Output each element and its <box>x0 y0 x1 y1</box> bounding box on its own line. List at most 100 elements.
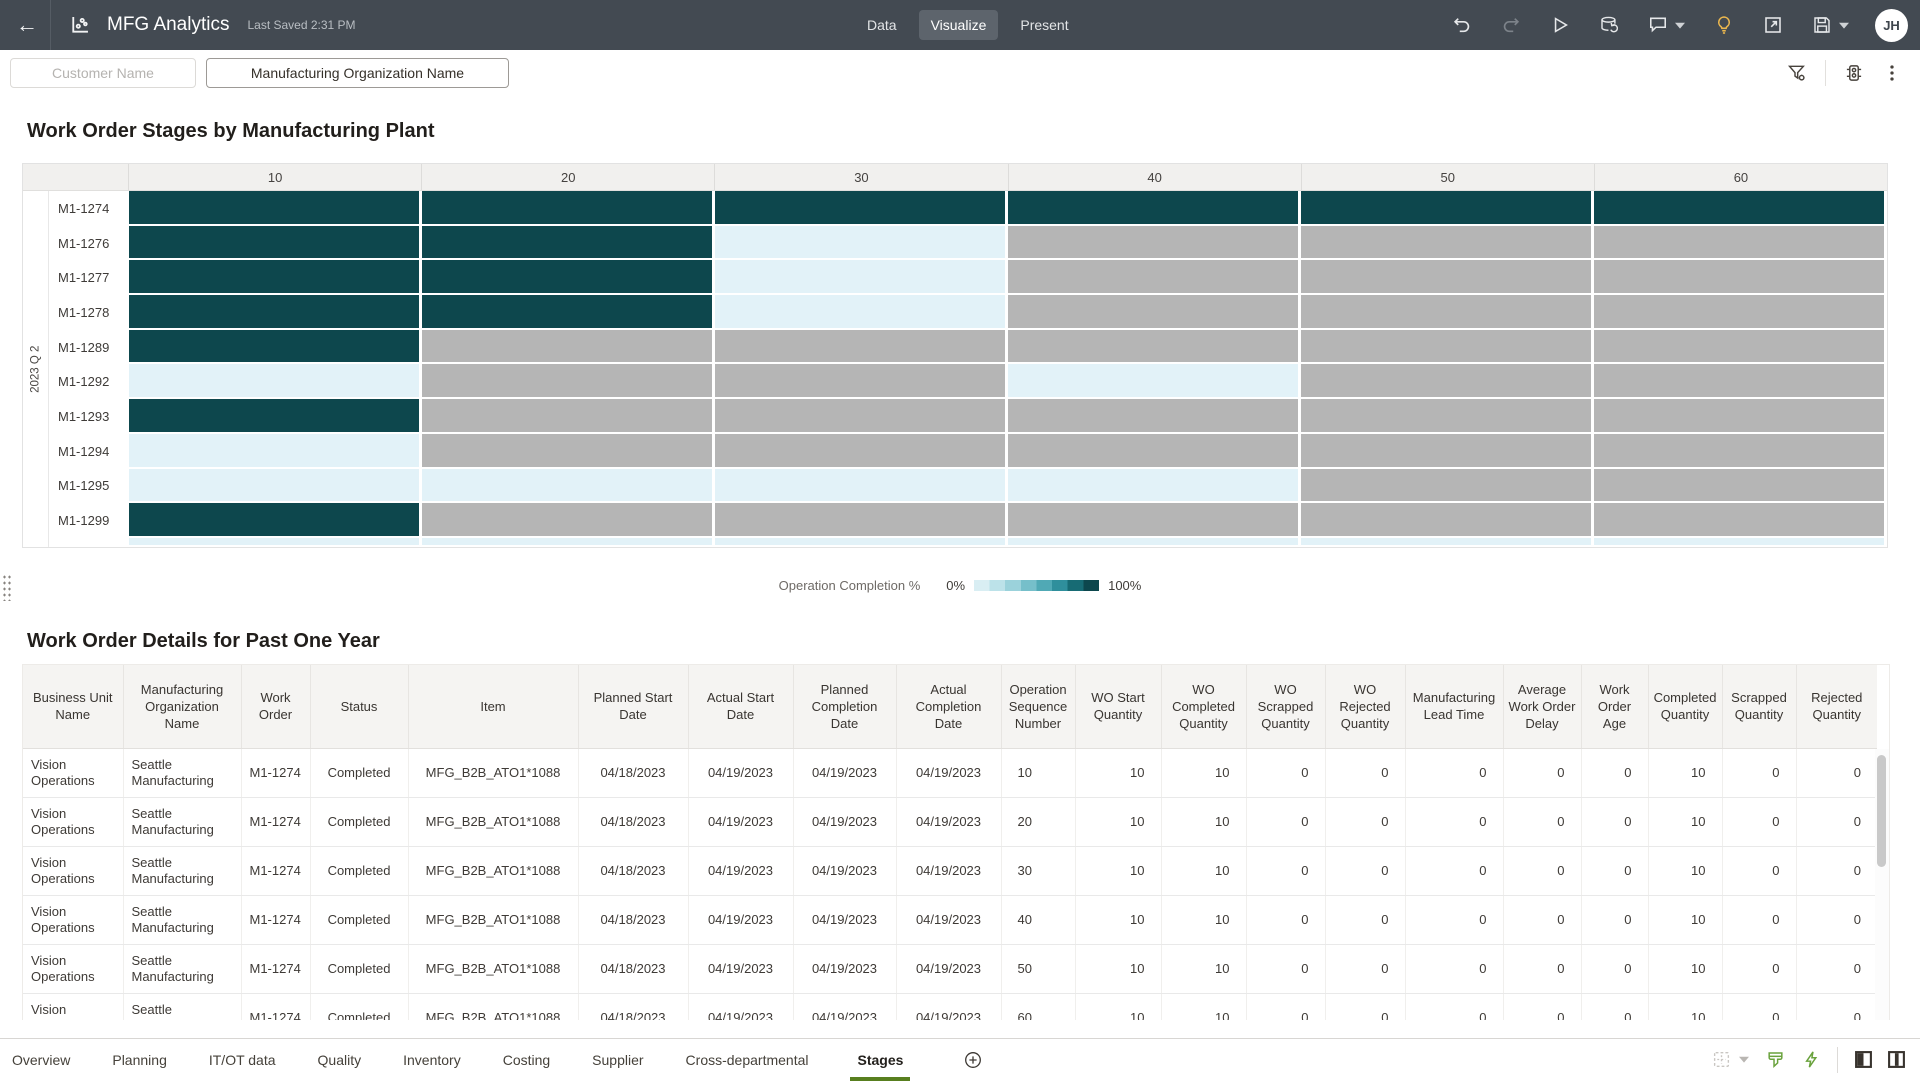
heatmap-cell[interactable] <box>1301 433 1594 469</box>
heatmap-cell[interactable] <box>1301 364 1594 400</box>
table-scrollbar-thumb[interactable] <box>1877 755 1886 867</box>
heatmap-cell[interactable] <box>422 468 715 504</box>
heatmap-cell[interactable] <box>1594 260 1887 296</box>
canvas-tab-costing[interactable]: Costing <box>503 1039 550 1081</box>
heatmap-cell[interactable] <box>422 364 715 400</box>
kebab-menu-icon[interactable] <box>1882 63 1902 83</box>
table-column-header[interactable]: Status <box>309 665 408 749</box>
heatmap-cell[interactable] <box>1594 468 1887 504</box>
undo-icon[interactable] <box>1452 15 1472 35</box>
table-column-header[interactable]: Manufacturing Organization Name <box>122 665 241 749</box>
heatmap-cell[interactable] <box>1594 225 1887 261</box>
open-in-new-window-icon[interactable] <box>1763 15 1783 35</box>
heatmap-cell-partial[interactable] <box>1594 537 1887 547</box>
heatmap-cell[interactable] <box>715 399 1008 434</box>
add-canvas-icon[interactable] <box>964 1051 982 1069</box>
table-column-header[interactable]: Planned Start Date <box>577 665 688 749</box>
table-row[interactable]: Vision OperationsSeattle ManufacturingM1… <box>23 895 1877 945</box>
save-icon[interactable] <box>1812 15 1832 35</box>
heatmap-cell[interactable] <box>1008 225 1301 261</box>
heatmap-cell[interactable] <box>1008 364 1301 400</box>
nav-tab-data[interactable]: Data <box>855 10 909 40</box>
table-column-header[interactable]: Actual Completion Date <box>895 665 1001 749</box>
heatmap-cell[interactable] <box>422 295 715 330</box>
table-column-header[interactable]: Planned Completion Date <box>792 665 896 749</box>
table-column-header[interactable]: Completed Quantity <box>1647 665 1722 749</box>
heatmap-cell[interactable] <box>715 364 1008 400</box>
table-column-header[interactable]: Average Work Order Delay <box>1502 665 1581 749</box>
heatmap-cell[interactable] <box>1301 295 1594 330</box>
canvas-tab-inventory[interactable]: Inventory <box>403 1039 461 1081</box>
heatmap-cell[interactable] <box>422 503 715 538</box>
heatmap-cell[interactable] <box>1301 468 1594 504</box>
table-column-header[interactable]: Rejected Quantity <box>1795 665 1877 749</box>
nav-tab-present[interactable]: Present <box>1008 10 1080 40</box>
heatmap-cell[interactable] <box>715 191 1008 226</box>
heatmap-cell[interactable] <box>129 364 422 400</box>
heatmap-cell-partial[interactable] <box>129 537 422 547</box>
heatmap-cell[interactable] <box>715 329 1008 365</box>
table-column-header[interactable]: WO Completed Quantity <box>1160 665 1246 749</box>
heatmap-cell[interactable] <box>129 468 422 504</box>
canvas-tab-supplier[interactable]: Supplier <box>592 1039 643 1081</box>
filter-pill-1[interactable]: Manufacturing Organization Name <box>206 58 509 88</box>
heatmap-cell[interactable] <box>129 399 422 434</box>
heatmap-cell[interactable] <box>422 225 715 261</box>
canvas-tab-quality[interactable]: Quality <box>318 1039 362 1081</box>
avatar[interactable]: JH <box>1875 8 1908 42</box>
heatmap-cell[interactable] <box>1594 329 1887 365</box>
heatmap-cell[interactable] <box>715 295 1008 330</box>
heatmap-cell[interactable] <box>422 433 715 469</box>
heatmap-cell[interactable] <box>129 433 422 469</box>
heatmap-cell[interactable] <box>129 225 422 261</box>
heatmap-cell[interactable] <box>1008 191 1301 226</box>
heatmap-cell[interactable] <box>1301 329 1594 365</box>
auto-insights-bolt-icon[interactable] <box>1802 1050 1821 1069</box>
heatmap-cell[interactable] <box>422 260 715 296</box>
heatmap-cell[interactable] <box>715 225 1008 261</box>
heatmap-cell[interactable] <box>1008 295 1301 330</box>
canvas-tab-overview[interactable]: Overview <box>12 1039 70 1081</box>
table-column-header[interactable]: WO Start Quantity <box>1074 665 1161 749</box>
heatmap-cell-partial[interactable] <box>1008 537 1301 547</box>
heatmap-cell[interactable] <box>715 260 1008 296</box>
table-row[interactable]: Vision OperationsSeattle ManufacturingM1… <box>23 748 1877 798</box>
heatmap-cell[interactable] <box>1594 433 1887 469</box>
filter-settings-icon[interactable] <box>1787 63 1807 83</box>
canvas-properties-icon[interactable] <box>1844 63 1864 83</box>
panel-left-layout-icon[interactable] <box>1854 1050 1873 1069</box>
panel-right-layout-icon[interactable] <box>1887 1050 1906 1069</box>
table-column-header[interactable]: WO Rejected Quantity <box>1324 665 1405 749</box>
canvas-tab-cross-departmental[interactable]: Cross-departmental <box>686 1039 809 1081</box>
table-column-header[interactable]: Scrapped Quantity <box>1721 665 1796 749</box>
table-row[interactable]: Vision OperationsSeattle ManufacturingM1… <box>23 846 1877 896</box>
table-column-header[interactable]: Work Order <box>240 665 310 749</box>
heatmap-cell[interactable] <box>1008 399 1301 434</box>
comments-caret-icon[interactable] <box>1675 22 1685 29</box>
section-resize-handle[interactable] <box>2 574 13 601</box>
filter-pill-0[interactable]: Customer Name <box>10 58 196 88</box>
heatmap-cell[interactable] <box>1008 433 1301 469</box>
heatmap-cell-partial[interactable] <box>1301 537 1594 547</box>
nav-tab-visualize[interactable]: Visualize <box>918 10 999 40</box>
table-row[interactable]: Vision OperationsSeattle ManufacturingM1… <box>23 944 1877 994</box>
heatmap-cell[interactable] <box>129 295 422 330</box>
heatmap-cell[interactable] <box>422 191 715 226</box>
heatmap-cell-partial[interactable] <box>715 537 1008 547</box>
heatmap-cell[interactable] <box>1008 329 1301 365</box>
heatmap-cell[interactable] <box>1594 399 1887 434</box>
heatmap-cell[interactable] <box>715 503 1008 538</box>
heatmap-cell[interactable] <box>1594 191 1887 226</box>
heatmap-cell[interactable] <box>715 433 1008 469</box>
preview-play-icon[interactable] <box>1550 15 1570 35</box>
table-row[interactable]: Vision OperationsSeattle ManufacturingM1… <box>23 993 1877 1020</box>
table-column-header[interactable]: Work Order Age <box>1580 665 1648 749</box>
heatmap-cell[interactable] <box>422 399 715 434</box>
heatmap-cell[interactable] <box>1301 260 1594 296</box>
table-column-header[interactable]: WO Scrapped Quantity <box>1245 665 1325 749</box>
table-row[interactable]: Vision OperationsSeattle ManufacturingM1… <box>23 797 1877 847</box>
heatmap-cell[interactable] <box>129 329 422 365</box>
heatmap-cell[interactable] <box>715 468 1008 504</box>
table-column-header[interactable]: Manufacturing Lead Time <box>1404 665 1503 749</box>
canvas-tab-planning[interactable]: Planning <box>112 1039 167 1081</box>
